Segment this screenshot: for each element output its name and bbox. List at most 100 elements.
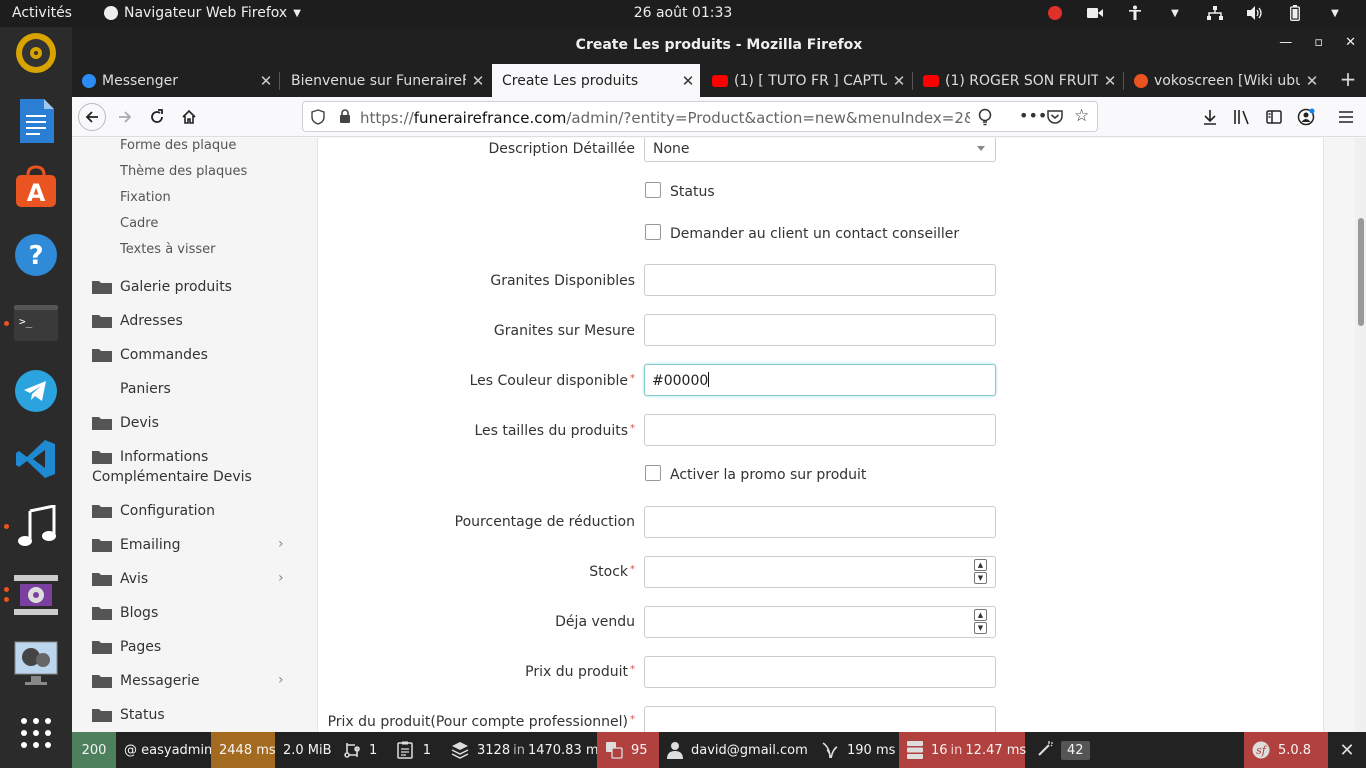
sidebar-item-informations-line2[interactable]: Complémentaire Devis [92,469,252,485]
couleur-input[interactable]: #00000 [644,364,996,396]
caret-down-icon[interactable]: ▼ [1166,4,1184,22]
tab-roger-son-fruit[interactable]: (1) ROGER SON FRUIT ✕ [913,64,1122,97]
lock-icon[interactable] [339,109,351,128]
sidebar-item-pages[interactable]: Pages [92,639,161,655]
sidebar-item-blogs[interactable]: Blogs [92,605,158,621]
deja-vendu-stepper[interactable]: ▲ ▼ [974,609,987,635]
forms-badge[interactable]: 1 [335,732,385,768]
contact-conseiller-checkbox[interactable]: Demander au client un contact conseiller [645,224,959,242]
granites-mesure-input[interactable] [644,314,996,346]
minimize-button[interactable]: — [1279,35,1292,50]
sidebar-subitem[interactable]: Cadre [120,216,158,231]
more-actions-icon[interactable]: ••• [1019,106,1047,125]
prix-input[interactable] [644,656,996,688]
close-tab-icon[interactable]: ✕ [466,72,490,90]
chevron-right-icon[interactable]: › [278,570,284,586]
hamburger-menu-button[interactable] [1332,103,1360,131]
route-badge[interactable]: @ easyadmin [116,732,212,768]
rhythmbox-icon[interactable] [12,29,60,77]
sidebar-item-configuration[interactable]: Configuration [92,503,215,519]
close-tab-icon[interactable]: ✕ [676,72,700,90]
sidebar-subitem[interactable]: Thème des plaques [120,164,247,179]
network-icon[interactable] [1206,4,1224,22]
url-bar[interactable]: https://funerairefrance.com/admin/?entit… [302,101,1098,132]
close-tab-icon[interactable]: ✕ [887,72,911,90]
validator-badge[interactable]: 1 [389,732,439,768]
sidebar-item-emailing[interactable]: Emailing [92,537,181,553]
tailles-input[interactable] [644,414,996,446]
help-icon[interactable]: ? [12,231,60,279]
sidebar-item-avis[interactable]: Avis [92,571,148,587]
vscode-icon[interactable] [12,435,60,483]
user-badge[interactable]: david@gmail.com [659,732,809,768]
terminal-icon[interactable]: >_ [12,299,60,347]
camera-icon[interactable] [1086,4,1104,22]
caret-down-icon[interactable]: ▼ [1326,4,1344,22]
bulb-icon[interactable] [978,108,992,130]
sidebar-item-informations[interactable]: Informations [92,449,208,465]
record-icon[interactable] [1046,4,1064,22]
granites-disponibles-input[interactable] [644,264,996,296]
sidebar-item-devis[interactable]: Devis [92,415,159,431]
close-tab-icon[interactable]: ✕ [1098,72,1122,90]
reload-button[interactable] [143,103,171,131]
writer-icon[interactable] [12,97,60,145]
tab-tuto-fr[interactable]: (1) [ TUTO FR ] CAPTURE ✕ [702,64,911,97]
home-button[interactable] [175,103,203,131]
telegram-icon[interactable] [12,367,60,415]
app-grid-icon[interactable] [12,709,60,757]
tab-messenger[interactable]: Messenger ✕ [72,64,278,97]
description-select[interactable]: None [644,138,996,162]
software-center-icon[interactable]: A [12,163,60,211]
tab-vokoscreen[interactable]: vokoscreen [Wiki ubuntu-fr] ✕ [1124,64,1324,97]
bookmark-star-icon[interactable]: ☆ [1074,106,1089,126]
account-button[interactable] [1292,103,1320,131]
volume-icon[interactable] [1246,4,1264,22]
sidebar-toggle-button[interactable] [1260,103,1288,131]
deja-vendu-input[interactable]: ▲ ▼ [644,606,996,638]
promo-checkbox[interactable]: Activer la promo sur produit [645,465,866,483]
sidebar-item-galerie-produits[interactable]: Galerie produits [92,279,232,295]
close-tab-icon[interactable]: ✕ [1300,72,1324,90]
prix-pro-input[interactable] [644,706,996,732]
sidebar-item-commandes[interactable]: Commandes [92,347,208,363]
twig-badge[interactable]: 42 [1029,732,1097,768]
reduction-input[interactable] [644,506,996,538]
close-tab-icon[interactable]: ✕ [254,72,278,90]
shield-icon[interactable] [311,109,325,129]
vokoscreen-icon[interactable] [12,571,60,619]
video-editor-icon[interactable] [12,639,60,687]
accessibility-icon[interactable] [1126,4,1144,22]
symfony-version-badge[interactable]: sf 5.0.8 [1244,732,1328,768]
new-tab-button[interactable]: + [1336,68,1360,92]
status-checkbox[interactable]: Status [645,182,715,200]
pocket-icon[interactable] [1047,109,1063,128]
sidebar-subitem[interactable]: Textes à visser [120,242,216,257]
sidebar-item-messagerie[interactable]: Messagerie [92,673,200,689]
tab-create-produits[interactable]: Create Les produits ✕ [492,64,700,97]
translation-badge[interactable]: 95 [597,732,659,768]
chevron-right-icon[interactable]: › [278,536,284,552]
close-toolbar-button[interactable]: ✕ [1328,732,1366,768]
cache-badge[interactable]: 16 in 12.47 ms [899,732,1026,768]
sidebar-subitem[interactable]: Forme des plaque [120,138,236,153]
sidebar-subitem[interactable]: Fixation [120,190,171,205]
maximize-button[interactable]: ▫ [1314,35,1323,50]
stock-input[interactable]: ▲ ▼ [644,556,996,588]
database-badge[interactable]: 3128 in 1470.83 ms [443,732,605,768]
battery-icon[interactable] [1286,4,1304,22]
downloads-button[interactable] [1196,103,1224,131]
music-icon[interactable] [12,503,60,551]
scrollbar-thumb[interactable] [1358,218,1364,326]
back-button[interactable] [78,103,106,131]
chevron-right-icon[interactable]: › [278,672,284,688]
forward-button[interactable] [111,103,139,131]
sidebar-item-adresses[interactable]: Adresses [92,313,183,329]
performance-badge[interactable]: 190 ms [813,732,899,768]
stock-stepper[interactable]: ▲ ▼ [974,559,987,585]
page-scrollbar[interactable] [1355,138,1366,732]
close-window-button[interactable]: ✕ [1345,35,1356,50]
sidebar-item-status[interactable]: Status [92,707,165,723]
memory-badge[interactable]: 2.0 MiB [275,732,335,768]
sidebar-item-paniers[interactable]: Paniers [120,381,171,397]
